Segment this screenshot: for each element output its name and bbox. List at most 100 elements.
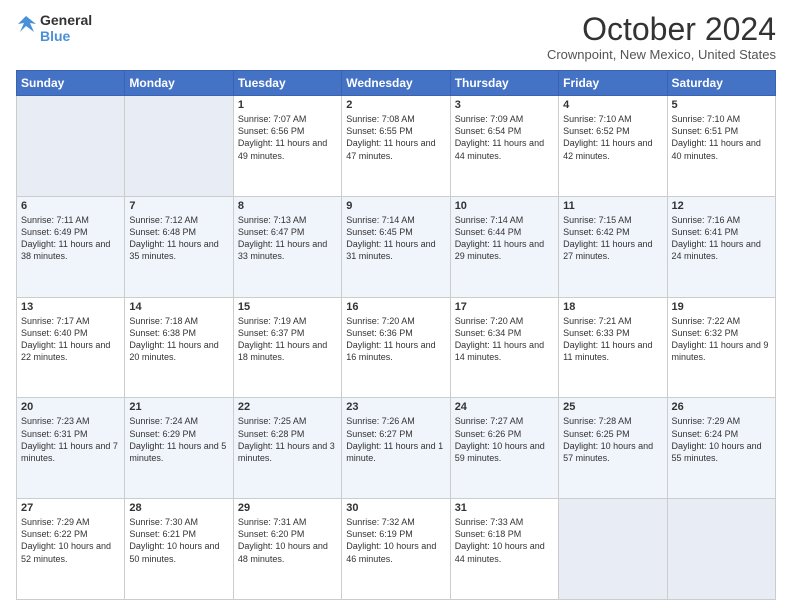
calendar-cell: 7 Sunrise: 7:12 AMSunset: 6:48 PMDaylight… <box>125 196 233 297</box>
day-number: 15 <box>238 301 337 313</box>
calendar-cell: 27Sunrise: 7:29 AMSunset: 6:22 PMDayligh… <box>17 499 125 600</box>
day-number: 21 <box>129 401 228 413</box>
cell-info: Sunrise: 7:25 AMSunset: 6:28 PMDaylight:… <box>238 416 335 462</box>
month-title: October 2024 <box>547 12 776 47</box>
cell-info: Sunrise: 7:29 AMSunset: 6:22 PMDaylight:… <box>21 517 111 563</box>
day-number: 5 <box>672 99 771 111</box>
week-row-0: 1Sunrise: 7:07 AMSunset: 6:56 PMDaylight… <box>17 96 776 197</box>
cell-info: Sunrise: 7:28 AMSunset: 6:25 PMDaylight:… <box>563 416 653 462</box>
day-number: 18 <box>563 301 662 313</box>
day-number: 19 <box>672 301 771 313</box>
calendar-cell: 28 Sunrise: 7:30 AMSunset: 6:21 PMDayligh… <box>125 499 233 600</box>
day-number: 28 <box>129 502 228 514</box>
day-number: 3 <box>455 99 554 111</box>
day-number: 6 <box>21 200 120 212</box>
day-header-saturday: Saturday <box>667 71 775 96</box>
calendar-table: SundayMondayTuesdayWednesdayThursdayFrid… <box>16 70 776 600</box>
day-number: 7 <box>129 200 228 212</box>
cell-info: Sunrise: 7:13 AMSunset: 6:47 PMDaylight:… <box>238 215 327 261</box>
calendar-cell: 19 Sunrise: 7:22 AMSunset: 6:32 PMDayligh… <box>667 297 775 398</box>
cell-info: Sunrise: 7:14 AMSunset: 6:44 PMDaylight:… <box>455 215 544 261</box>
calendar-cell: 10Sunrise: 7:14 AMSunset: 6:44 PMDayligh… <box>450 196 558 297</box>
calendar-cell: 2 Sunrise: 7:08 AMSunset: 6:55 PMDaylight… <box>342 96 450 197</box>
calendar-cell: 21 Sunrise: 7:24 AMSunset: 6:29 PMDayligh… <box>125 398 233 499</box>
calendar-cell: 30 Sunrise: 7:32 AMSunset: 6:19 PMDayligh… <box>342 499 450 600</box>
cell-info: Sunrise: 7:08 AMSunset: 6:55 PMDaylight:… <box>346 114 435 160</box>
day-number: 22 <box>238 401 337 413</box>
cell-info: Sunrise: 7:23 AMSunset: 6:31 PMDaylight:… <box>21 416 118 462</box>
week-row-1: 6 Sunrise: 7:11 AMSunset: 6:49 PMDaylight… <box>17 196 776 297</box>
day-number: 24 <box>455 401 554 413</box>
calendar-cell: 12Sunrise: 7:16 AMSunset: 6:41 PMDayligh… <box>667 196 775 297</box>
calendar-cell: 16Sunrise: 7:20 AMSunset: 6:36 PMDayligh… <box>342 297 450 398</box>
calendar-cell: 29 Sunrise: 7:31 AMSunset: 6:20 PMDayligh… <box>233 499 341 600</box>
day-number: 12 <box>672 200 771 212</box>
logo: General Blue <box>16 12 92 44</box>
day-header-monday: Monday <box>125 71 233 96</box>
logo-bird-icon <box>16 12 38 40</box>
day-number: 11 <box>563 200 662 212</box>
calendar-cell: 3 Sunrise: 7:09 AMSunset: 6:54 PMDaylight… <box>450 96 558 197</box>
day-number: 14 <box>129 301 228 313</box>
cell-info: Sunrise: 7:18 AMSunset: 6:38 PMDaylight:… <box>129 316 218 362</box>
day-header-wednesday: Wednesday <box>342 71 450 96</box>
page: General Blue October 2024 Crownpoint, Ne… <box>0 0 792 612</box>
day-number: 2 <box>346 99 445 111</box>
day-number: 20 <box>21 401 120 413</box>
calendar-cell: 23Sunrise: 7:26 AMSunset: 6:27 PMDayligh… <box>342 398 450 499</box>
day-number: 25 <box>563 401 662 413</box>
cell-info: Sunrise: 7:24 AMSunset: 6:29 PMDaylight:… <box>129 416 226 462</box>
day-header-friday: Friday <box>559 71 667 96</box>
cell-info: Sunrise: 7:14 AMSunset: 6:45 PMDaylight:… <box>346 215 435 261</box>
day-header-thursday: Thursday <box>450 71 558 96</box>
day-number: 17 <box>455 301 554 313</box>
calendar-cell: 4Sunrise: 7:10 AMSunset: 6:52 PMDaylight… <box>559 96 667 197</box>
logo-text-general: General <box>40 12 92 28</box>
header-row: SundayMondayTuesdayWednesdayThursdayFrid… <box>17 71 776 96</box>
calendar-cell: 24Sunrise: 7:27 AMSunset: 6:26 PMDayligh… <box>450 398 558 499</box>
calendar-cell: 15 Sunrise: 7:19 AMSunset: 6:37 PMDayligh… <box>233 297 341 398</box>
cell-info: Sunrise: 7:31 AMSunset: 6:20 PMDaylight:… <box>238 517 328 563</box>
cell-info: Sunrise: 7:15 AMSunset: 6:42 PMDaylight:… <box>563 215 652 261</box>
logo-text-blue: Blue <box>40 28 92 44</box>
calendar-cell: 20 Sunrise: 7:23 AMSunset: 6:31 PMDayligh… <box>17 398 125 499</box>
calendar-cell: 1Sunrise: 7:07 AMSunset: 6:56 PMDaylight… <box>233 96 341 197</box>
day-header-tuesday: Tuesday <box>233 71 341 96</box>
day-number: 29 <box>238 502 337 514</box>
calendar-cell: 6 Sunrise: 7:11 AMSunset: 6:49 PMDaylight… <box>17 196 125 297</box>
cell-info: Sunrise: 7:12 AMSunset: 6:48 PMDaylight:… <box>129 215 218 261</box>
day-number: 30 <box>346 502 445 514</box>
cell-info: Sunrise: 7:32 AMSunset: 6:19 PMDaylight:… <box>346 517 436 563</box>
day-number: 31 <box>455 502 554 514</box>
title-block: October 2024 Crownpoint, New Mexico, Uni… <box>547 12 776 62</box>
logo-container: General Blue <box>16 12 92 44</box>
day-number: 26 <box>672 401 771 413</box>
cell-info: Sunrise: 7:19 AMSunset: 6:37 PMDaylight:… <box>238 316 327 362</box>
calendar-cell: 31 Sunrise: 7:33 AMSunset: 6:18 PMDayligh… <box>450 499 558 600</box>
calendar-cell: 25 Sunrise: 7:28 AMSunset: 6:25 PMDayligh… <box>559 398 667 499</box>
cell-info: Sunrise: 7:20 AMSunset: 6:36 PMDaylight:… <box>346 316 435 362</box>
calendar-cell: 17 Sunrise: 7:20 AMSunset: 6:34 PMDayligh… <box>450 297 558 398</box>
cell-info: Sunrise: 7:09 AMSunset: 6:54 PMDaylight:… <box>455 114 544 160</box>
cell-info: Sunrise: 7:11 AMSunset: 6:49 PMDaylight:… <box>21 215 110 261</box>
calendar-cell: 22 Sunrise: 7:25 AMSunset: 6:28 PMDayligh… <box>233 398 341 499</box>
calendar-cell: 8Sunrise: 7:13 AMSunset: 6:47 PMDaylight… <box>233 196 341 297</box>
calendar-cell: 5Sunrise: 7:10 AMSunset: 6:51 PMDaylight… <box>667 96 775 197</box>
header: General Blue October 2024 Crownpoint, Ne… <box>16 12 776 62</box>
cell-info: Sunrise: 7:22 AMSunset: 6:32 PMDaylight:… <box>672 316 769 362</box>
day-number: 9 <box>346 200 445 212</box>
cell-info: Sunrise: 7:20 AMSunset: 6:34 PMDaylight:… <box>455 316 544 362</box>
day-number: 23 <box>346 401 445 413</box>
cell-info: Sunrise: 7:29 AMSunset: 6:24 PMDaylight:… <box>672 416 762 462</box>
week-row-4: 27Sunrise: 7:29 AMSunset: 6:22 PMDayligh… <box>17 499 776 600</box>
calendar-cell <box>667 499 775 600</box>
location: Crownpoint, New Mexico, United States <box>547 47 776 62</box>
week-row-2: 13 Sunrise: 7:17 AMSunset: 6:40 PMDayligh… <box>17 297 776 398</box>
day-number: 13 <box>21 301 120 313</box>
cell-info: Sunrise: 7:17 AMSunset: 6:40 PMDaylight:… <box>21 316 110 362</box>
cell-info: Sunrise: 7:30 AMSunset: 6:21 PMDaylight:… <box>129 517 219 563</box>
calendar-cell: 11 Sunrise: 7:15 AMSunset: 6:42 PMDayligh… <box>559 196 667 297</box>
week-row-3: 20 Sunrise: 7:23 AMSunset: 6:31 PMDayligh… <box>17 398 776 499</box>
calendar-cell: 9 Sunrise: 7:14 AMSunset: 6:45 PMDaylight… <box>342 196 450 297</box>
cell-info: Sunrise: 7:33 AMSunset: 6:18 PMDaylight:… <box>455 517 545 563</box>
